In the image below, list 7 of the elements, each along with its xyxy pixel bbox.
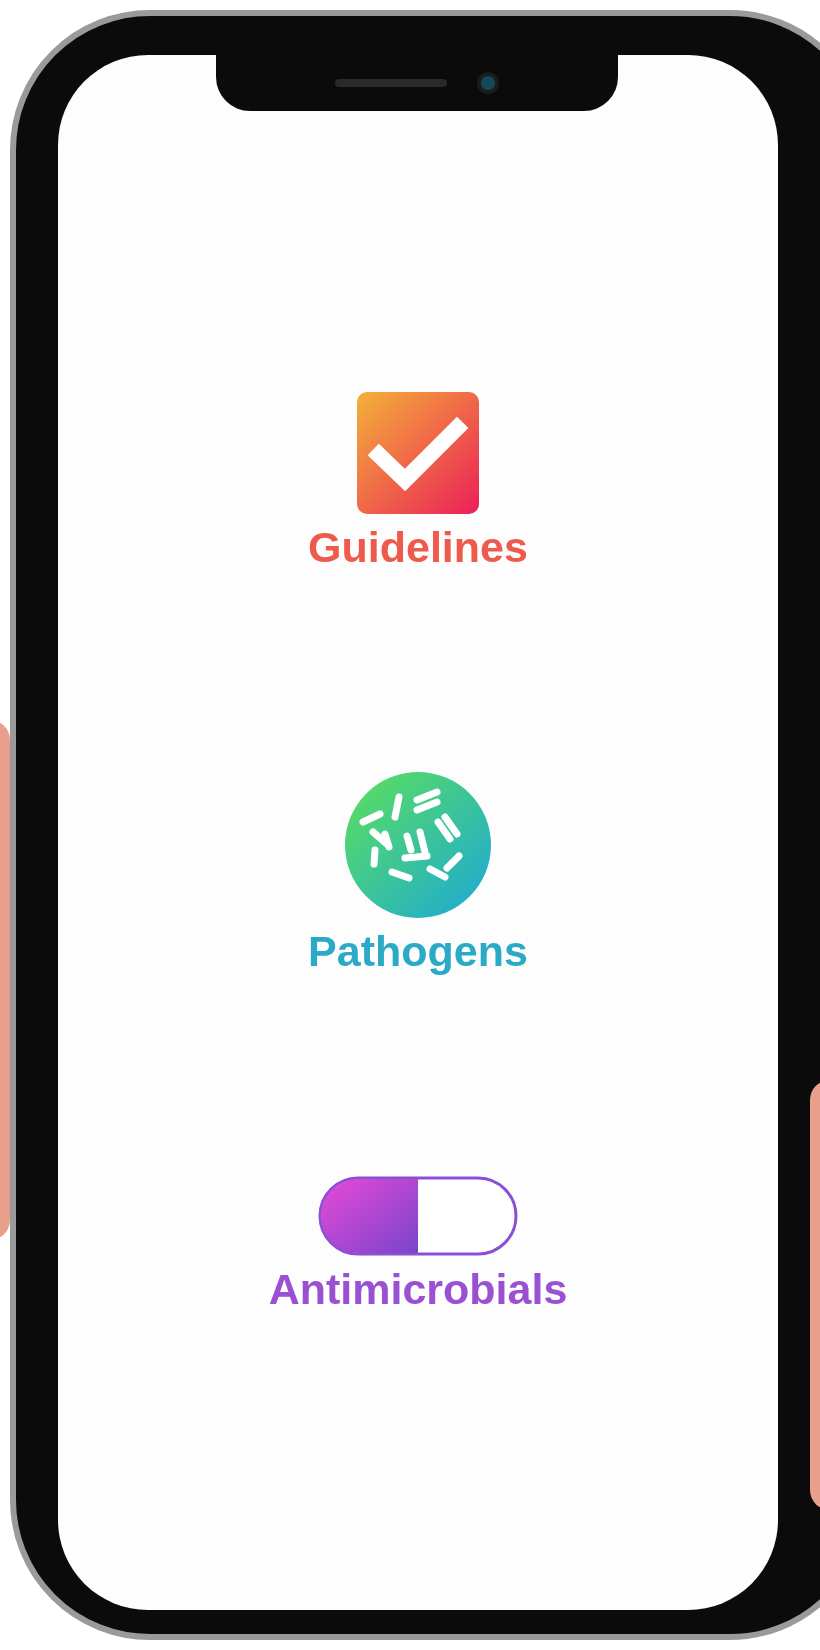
- checkbox-icon: [357, 392, 479, 514]
- bacteria-icon: [345, 772, 491, 918]
- speaker-icon: [335, 79, 447, 87]
- menu-link[interactable]: Antimicrobials: [268, 1264, 568, 1314]
- camera-icon: [477, 72, 499, 94]
- menu-link[interactable]: Pathogens: [308, 926, 528, 976]
- menu-link[interactable]: Guidelines: [308, 522, 528, 572]
